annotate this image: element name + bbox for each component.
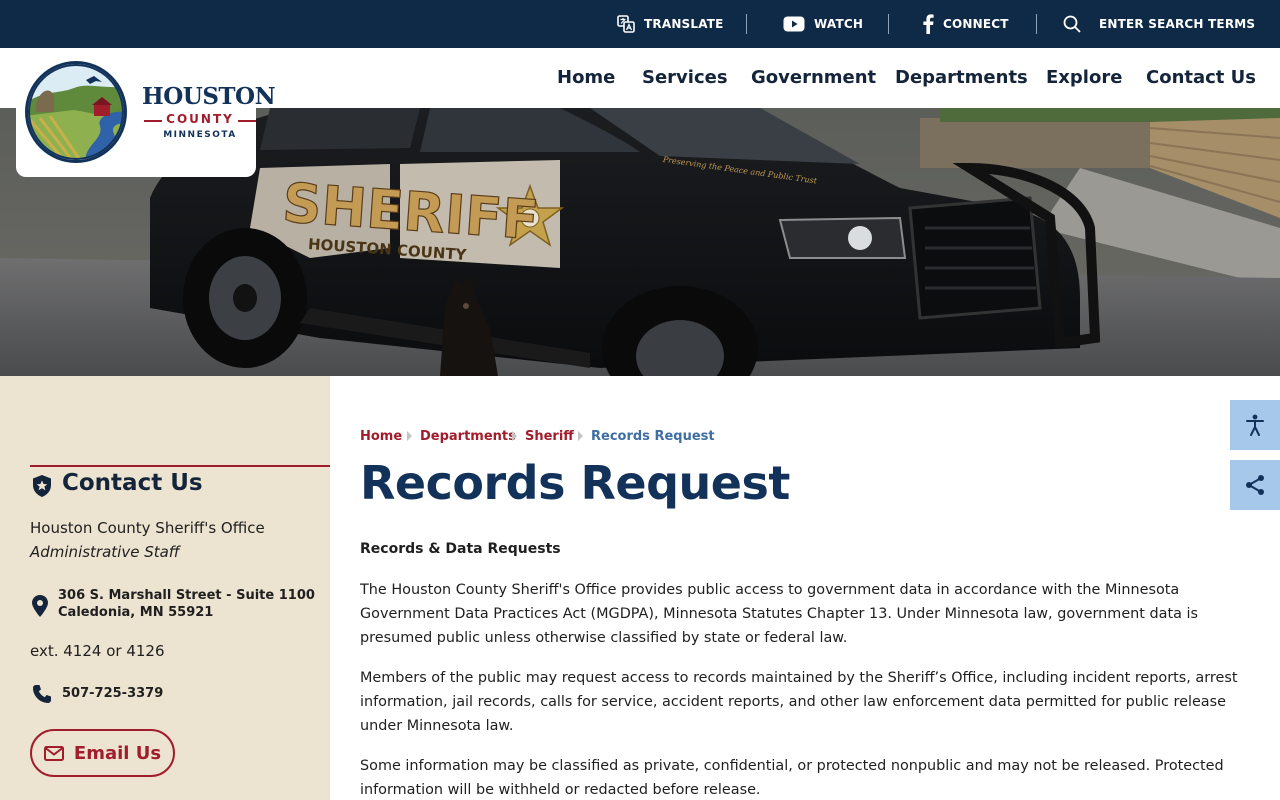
utility-divider <box>888 14 889 34</box>
connect-link[interactable]: CONNECT <box>922 0 1009 48</box>
phone-icon <box>33 685 51 703</box>
phone-extension: ext. 4124 or 4126 <box>30 642 165 660</box>
logo-divider <box>238 120 256 122</box>
nav-home[interactable]: Home <box>557 48 615 108</box>
youtube-icon <box>783 16 805 32</box>
nav-departments[interactable]: Departments <box>895 48 1028 108</box>
breadcrumb-current: Records Request <box>591 429 715 444</box>
address-line-2: Caledonia, MN 55921 <box>58 605 214 620</box>
email-us-label: Email Us <box>73 742 162 764</box>
section-subheading: Records & Data Requests <box>360 541 561 557</box>
utility-divider <box>1036 14 1037 34</box>
utility-divider <box>746 14 747 34</box>
paragraph-mgdpa: The Houston County Sheriff's Office prov… <box>360 582 1198 646</box>
logo-title: HOUSTON <box>142 83 276 110</box>
nav-explore[interactable]: Explore <box>1046 48 1122 108</box>
search-label: ENTER SEARCH TERMS <box>1099 17 1256 31</box>
staff-label: Administrative Staff <box>30 543 180 561</box>
paragraph-records: Members of the public may request access… <box>360 670 1238 734</box>
nav-government[interactable]: Government <box>751 48 876 108</box>
shield-star-icon <box>33 475 51 497</box>
breadcrumb-sheriff[interactable]: Sheriff <box>525 429 574 444</box>
map-pin-icon <box>32 595 48 617</box>
county-logo[interactable]: HOUSTON COUNTY MINNESOTA <box>16 48 276 177</box>
logo-state: MINNESOTA <box>163 130 237 140</box>
breadcrumb-separator-icon <box>578 431 583 441</box>
breadcrumb-separator-icon <box>407 431 412 441</box>
email-us-button[interactable]: Email Us <box>30 729 175 777</box>
connect-label: CONNECT <box>943 17 1009 31</box>
county-seal-icon <box>25 61 127 163</box>
translate-label: TRANSLATE <box>644 17 724 31</box>
address-line-1: 306 S. Marshall Street - Suite 1100 <box>58 588 315 603</box>
nav-contact-us[interactable]: Contact Us <box>1146 48 1256 108</box>
breadcrumb-departments[interactable]: Departments <box>420 429 516 444</box>
search-trigger[interactable]: ENTER SEARCH TERMS <box>1063 0 1255 48</box>
watch-link[interactable]: WATCH <box>783 0 863 48</box>
contact-heading: Contact Us <box>62 470 203 496</box>
breadcrumb-home[interactable]: Home <box>360 429 402 444</box>
office-name: Houston County Sheriff's Office <box>30 519 265 537</box>
accessibility-button[interactable] <box>1230 400 1280 450</box>
contact-divider <box>30 465 330 467</box>
page-title: Records Request <box>360 456 790 510</box>
mail-icon <box>43 745 64 761</box>
nav-services[interactable]: Services <box>642 48 728 108</box>
translate-icon <box>617 15 635 33</box>
facebook-icon <box>923 14 934 34</box>
logo-county: COUNTY <box>166 112 234 126</box>
watch-label: WATCH <box>814 17 864 31</box>
accessibility-icon <box>1246 414 1264 436</box>
phone-number[interactable]: 507-725-3379 <box>62 686 163 701</box>
share-button[interactable] <box>1230 460 1280 510</box>
breadcrumb-separator-icon <box>512 431 517 441</box>
translate-link[interactable]: TRANSLATE <box>617 0 724 48</box>
paragraph-classified: Some information may be classified as pr… <box>360 758 1224 798</box>
search-icon <box>1063 15 1081 33</box>
share-icon <box>1246 475 1264 495</box>
